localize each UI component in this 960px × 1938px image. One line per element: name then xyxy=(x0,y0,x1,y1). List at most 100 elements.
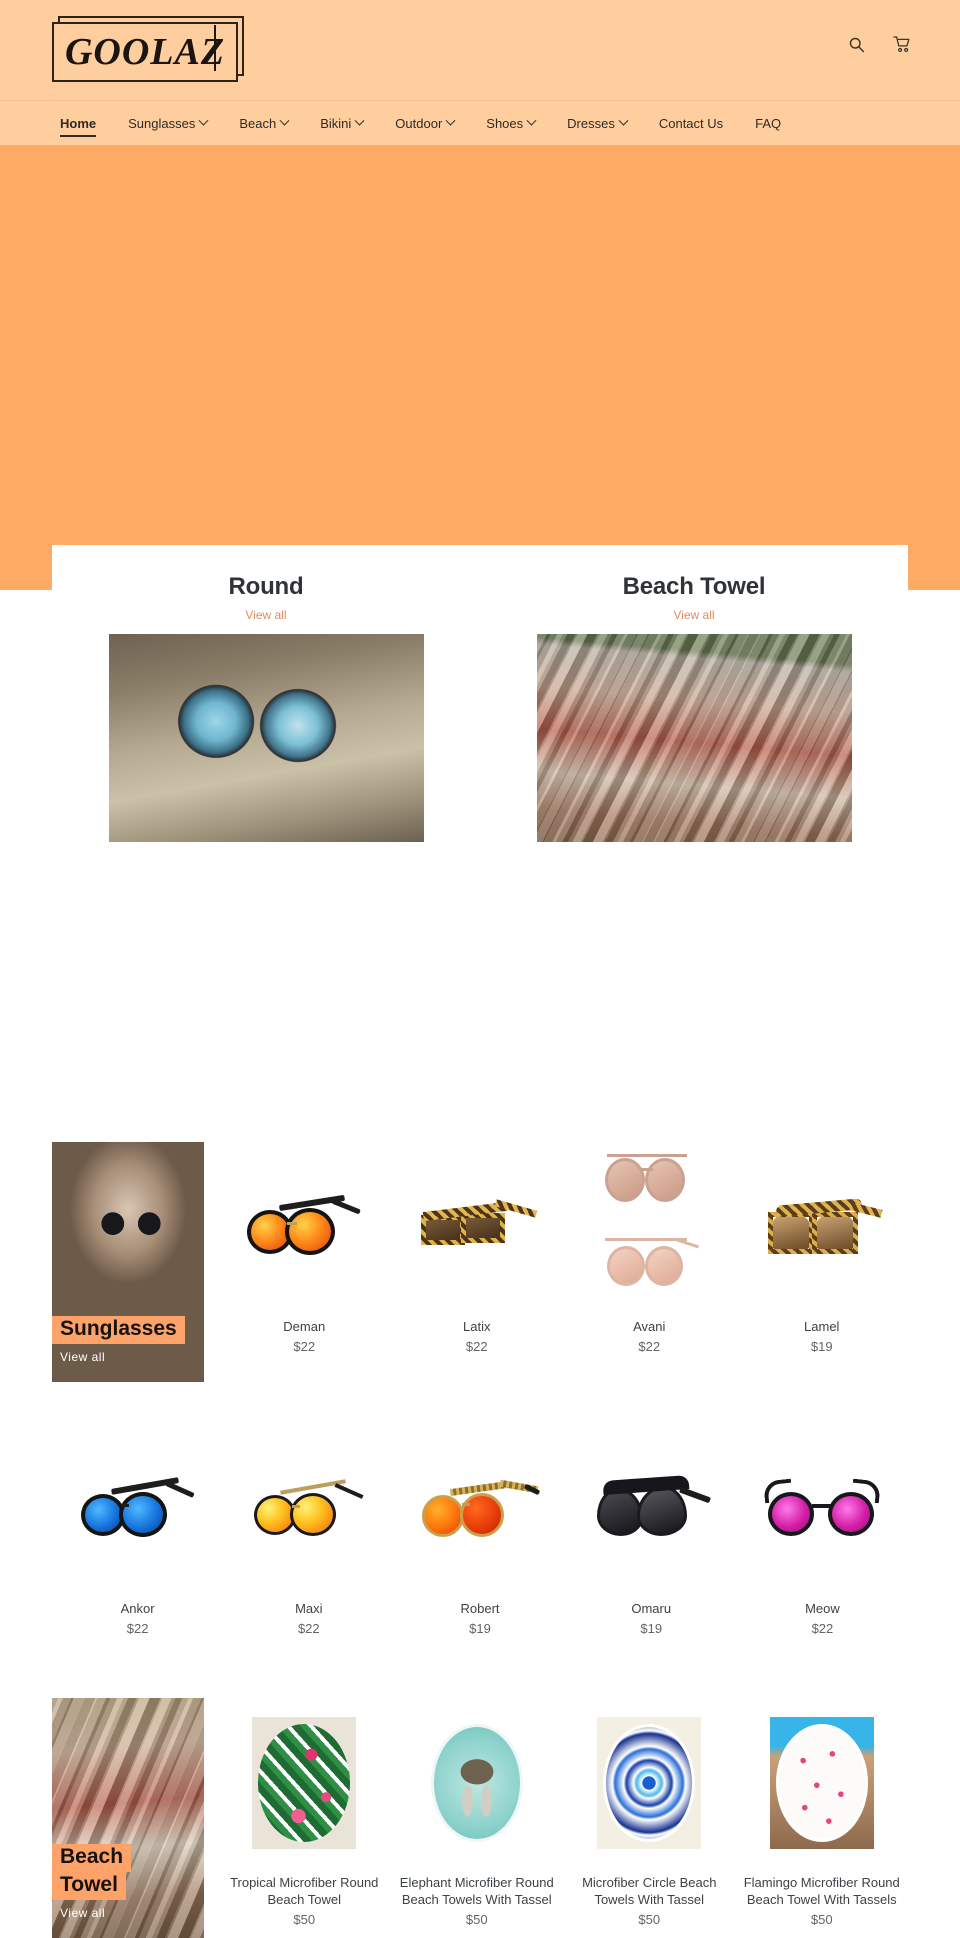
product-name: Avani xyxy=(633,1319,666,1334)
product-card[interactable]: Elephant Microfiber Round Beach Towels W… xyxy=(391,1697,564,1927)
product-name: Deman xyxy=(283,1319,326,1334)
product-card[interactable]: Ankor $22 xyxy=(52,1424,223,1636)
product-name: Robert xyxy=(460,1601,500,1616)
product-grid: Tropical Microfiber Round Beach Towel $5… xyxy=(218,1697,909,1927)
tile-view-all-link[interactable]: View all xyxy=(60,1350,204,1364)
cart-icon[interactable] xyxy=(893,36,912,53)
product-card[interactable]: Microfiber Circle Beach Towels With Tass… xyxy=(563,1697,736,1927)
product-price: $22 xyxy=(297,1620,320,1636)
product-image xyxy=(396,1697,557,1868)
product-price: $50 xyxy=(465,1911,488,1927)
product-card[interactable]: Tropical Microfiber Round Beach Towel $5… xyxy=(218,1697,391,1927)
featured-collection-round[interactable]: Round View all xyxy=(52,573,480,842)
nav-item-label: Outdoor xyxy=(395,115,443,131)
product-price: $19 xyxy=(640,1620,663,1636)
view-all-link[interactable]: View all xyxy=(52,608,480,622)
chevron-down-icon xyxy=(279,115,290,126)
product-image xyxy=(569,1142,730,1312)
product-price: $50 xyxy=(638,1911,661,1927)
product-grid: Ankor $22 Maxi $22 Robert $19 Omaru $19 … xyxy=(52,1424,908,1636)
product-image xyxy=(396,1142,557,1312)
product-image xyxy=(741,1697,902,1868)
product-card[interactable]: Omaru $19 xyxy=(566,1424,737,1636)
product-card[interactable]: Meow $22 xyxy=(737,1424,908,1636)
beach-towel-photo[interactable] xyxy=(536,634,852,842)
product-card[interactable]: Robert $19 xyxy=(394,1424,565,1636)
nav-item-contact-us[interactable]: Contact Us xyxy=(643,101,739,145)
chevron-down-icon xyxy=(445,115,456,126)
product-grid: Deman $22 Latix $22 Avani $22 Lamel $19 xyxy=(218,1142,908,1354)
collection-tile-beach-towel[interactable]: Beach Towel View all xyxy=(52,1697,204,1938)
search-icon[interactable] xyxy=(848,36,865,53)
product-name: Latix xyxy=(463,1319,491,1334)
tile-title-line-1: Beach xyxy=(52,1844,132,1872)
round-sunglasses-photo[interactable] xyxy=(108,634,424,842)
product-price: $22 xyxy=(126,1620,149,1636)
product-name: Elephant Microfiber Round Beach Towels W… xyxy=(399,1874,554,1908)
product-name: Microfiber Circle Beach Towels With Tass… xyxy=(582,1874,717,1908)
featured-collections-panel: Round View all Beach Towel View all xyxy=(52,545,908,842)
product-name: Tropical Microfiber Round Beach Towel xyxy=(230,1874,379,1908)
product-price: $50 xyxy=(810,1911,833,1927)
tile-overlay: Sunglasses View all xyxy=(52,1316,204,1382)
product-image xyxy=(569,1697,730,1868)
header-icons xyxy=(848,36,912,53)
nav-item-beach[interactable]: Beach xyxy=(223,101,304,145)
product-price: $22 xyxy=(465,1338,488,1354)
product-image xyxy=(571,1424,731,1594)
product-name: Lamel xyxy=(804,1319,840,1334)
site-header: GOOLAZ xyxy=(0,0,960,100)
product-name: Ankor xyxy=(120,1601,155,1616)
nav-item-label: Beach xyxy=(239,115,277,131)
product-image xyxy=(224,1697,385,1868)
nav-item-faq[interactable]: FAQ xyxy=(739,101,797,145)
nav-item-label: Home xyxy=(60,115,97,131)
chevron-down-icon xyxy=(618,115,629,126)
view-all-link[interactable]: View all xyxy=(480,608,908,622)
product-card[interactable]: Avani $22 xyxy=(563,1142,736,1354)
product-card[interactable]: Lamel $19 xyxy=(736,1142,909,1354)
nav-item-outdoor[interactable]: Outdoor xyxy=(379,101,470,145)
tile-title-line-2: Towel xyxy=(52,1871,126,1900)
nav-item-label: Shoes xyxy=(486,115,524,131)
product-price: $22 xyxy=(293,1338,316,1354)
product-image xyxy=(58,1424,218,1594)
featured-title: Beach Towel xyxy=(622,573,766,600)
product-price: $19 xyxy=(810,1338,833,1354)
chevron-down-icon xyxy=(354,115,365,126)
logo[interactable]: GOOLAZ xyxy=(52,16,244,82)
logo-border-inner: GOOLAZ xyxy=(52,22,238,82)
product-name: Maxi xyxy=(295,1601,323,1616)
collection-sunglasses-row-2: Ankor $22 Maxi $22 Robert $19 Omaru $19 … xyxy=(52,1424,908,1636)
product-image xyxy=(229,1424,389,1594)
logo-text: GOOLAZ xyxy=(65,25,225,71)
product-card[interactable]: Latix $22 xyxy=(391,1142,564,1354)
product-card[interactable]: Maxi $22 xyxy=(223,1424,394,1636)
product-card[interactable]: Deman $22 xyxy=(218,1142,391,1354)
product-name: Meow xyxy=(805,1601,840,1616)
product-name: Omaru xyxy=(631,1601,672,1616)
collection-beach-towel: Beach Towel View all Tropical Microfiber… xyxy=(52,1697,909,1938)
featured-title: Round xyxy=(228,573,304,600)
nav-item-home[interactable]: Home xyxy=(44,101,112,145)
chevron-down-icon xyxy=(526,115,537,126)
nav-item-shoes[interactable]: Shoes xyxy=(470,101,551,145)
nav-item-sunglasses[interactable]: Sunglasses xyxy=(112,101,223,145)
collection-sunglasses: Sunglasses View all Deman $22 Latix $22 … xyxy=(52,1142,908,1382)
product-image xyxy=(224,1142,385,1312)
product-price: $22 xyxy=(638,1338,661,1354)
nav-item-label: Dresses xyxy=(567,115,615,131)
product-price: $19 xyxy=(469,1620,491,1636)
tile-overlay: Beach Towel View all xyxy=(52,1844,204,1938)
nav-item-label: FAQ xyxy=(755,115,782,131)
nav-item-label: Bikini xyxy=(320,115,352,131)
product-image xyxy=(741,1142,902,1312)
collection-tile-sunglasses[interactable]: Sunglasses View all xyxy=(52,1142,204,1382)
nav-item-bikini[interactable]: Bikini xyxy=(304,101,379,145)
featured-collection-beach-towel[interactable]: Beach Towel View all xyxy=(480,573,908,842)
nav-item-dresses[interactable]: Dresses xyxy=(551,101,643,145)
hero-banner xyxy=(0,145,960,590)
tile-view-all-link[interactable]: View all xyxy=(60,1906,204,1920)
product-card[interactable]: Flamingo Microfiber Round Beach Towel Wi… xyxy=(736,1697,909,1927)
chevron-down-icon xyxy=(198,115,209,126)
